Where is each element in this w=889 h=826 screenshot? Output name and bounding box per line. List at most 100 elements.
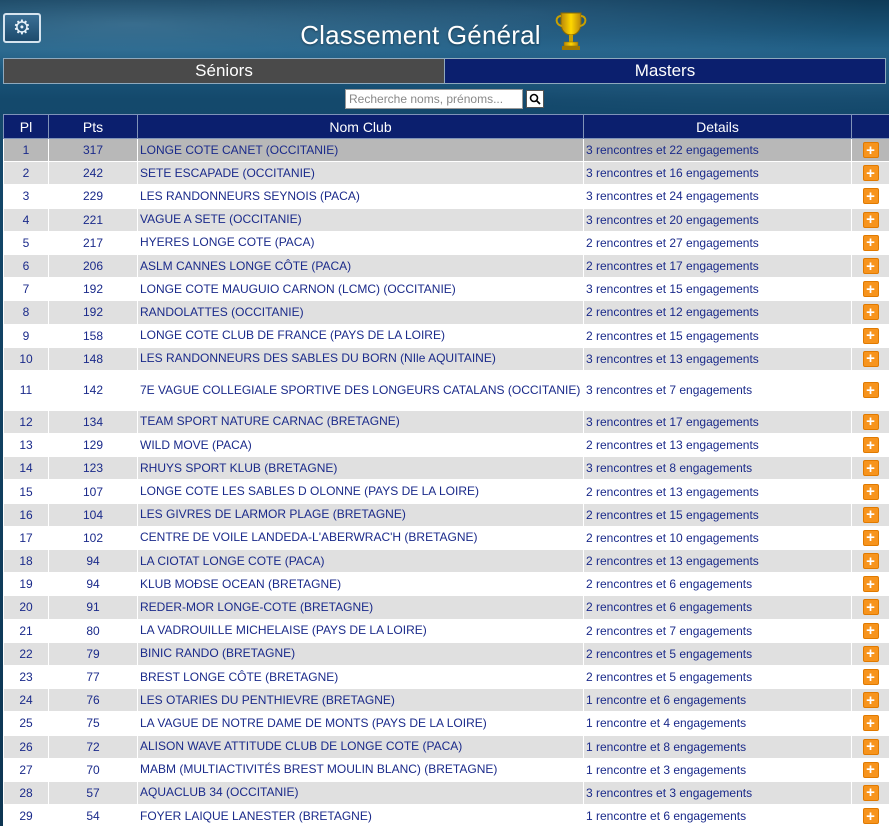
table-row[interactable]: 27 70 MABM (MULTIACTIVITÉS BREST MOULIN BL… bbox=[3, 757, 889, 782]
expand-plus-icon[interactable]: + bbox=[862, 622, 879, 639]
club-name-link[interactable]: LONGE COTE CLUB DE FRANCE (PAYS DE LA LO… bbox=[137, 323, 584, 348]
table-row[interactable]: 18 94 LA CIOTAT LONGE COTE (PACA) 2 rencont… bbox=[3, 548, 889, 574]
table-row[interactable]: 16 104 LES GIVRES DE LARMOR PLAGE (BRETAGN… bbox=[3, 502, 889, 527]
expand-plus-icon[interactable]: + bbox=[862, 692, 879, 709]
expand-plus-icon[interactable]: + bbox=[862, 808, 879, 825]
action-cell: + bbox=[851, 456, 889, 481]
club-name-link[interactable]: BREST LONGE CÔTE (BRETAGNE) bbox=[137, 664, 584, 690]
table-row[interactable]: 28 57 AQUACLUB 34 (OCCITANIE) 3 rencontres … bbox=[3, 780, 889, 806]
club-name-link[interactable]: MABM (MULTIACTIVITÉS BREST MOULIN BLANC)… bbox=[137, 757, 584, 782]
table-row[interactable]: 2 242 SETE ESCAPADE (OCCITANIE) 3 rencontre… bbox=[3, 161, 889, 186]
table-row[interactable]: 29 54 FOYER LAIQUE LANESTER (BRETAGNE) 1 re… bbox=[3, 804, 889, 826]
club-name-link[interactable]: CENTRE DE VOILE LANDEDA-L'ABERWRAC'H (BR… bbox=[137, 525, 584, 551]
club-name-link[interactable]: LA VAGUE DE NOTRE DAME DE MONTS (PAYS DE… bbox=[137, 711, 584, 736]
column-header-club[interactable]: Nom Club bbox=[137, 114, 584, 139]
search-button[interactable] bbox=[526, 90, 544, 108]
club-name-link[interactable]: AQUACLUB 34 (OCCITANIE) bbox=[137, 780, 584, 806]
expand-plus-icon[interactable]: + bbox=[862, 327, 879, 344]
column-header-pl[interactable]: Pl bbox=[3, 114, 49, 139]
club-name-link[interactable]: LES GIVRES DE LARMOR PLAGE (BRETAGNE) bbox=[137, 502, 584, 527]
table-row[interactable]: 20 91 REDER-MOR LONGE-COTE (BRETAGNE) 2 ren… bbox=[3, 595, 889, 620]
expand-plus-icon[interactable]: + bbox=[862, 669, 879, 686]
table-row[interactable]: 23 77 BREST LONGE CÔTE (BRETAGNE) 2 rencont… bbox=[3, 664, 889, 690]
expand-plus-icon[interactable]: + bbox=[862, 553, 879, 570]
menu-button[interactable]: ⚙ bbox=[3, 13, 41, 43]
expand-plus-icon[interactable]: + bbox=[862, 506, 879, 523]
club-name-link[interactable]: HYERES LONGE COTE (PACA) bbox=[137, 230, 584, 255]
table-row[interactable]: 14 123 RHUYS SPORT KLUB (BRETAGNE) 3 rencon… bbox=[3, 456, 889, 481]
expand-plus-icon[interactable]: + bbox=[862, 382, 879, 399]
club-name-link[interactable]: LES RANDONNEURS DES SABLES DU BORN (NIle… bbox=[137, 346, 584, 371]
table-row[interactable]: 8 192 RANDOLATTES (OCCITANIE) 2 rencontres … bbox=[3, 300, 889, 325]
club-name-link[interactable]: REDER-MOR LONGE-COTE (BRETAGNE) bbox=[137, 595, 584, 620]
table-row[interactable]: 7 192 LONGE COTE MAUGUIO CARNON (LCMC) (OC… bbox=[3, 277, 889, 302]
club-name-link[interactable]: LONGE COTE LES SABLES D OLONNE (PAYS DE … bbox=[137, 479, 584, 504]
expand-plus-icon[interactable]: + bbox=[862, 576, 879, 593]
club-name-link[interactable]: 7E VAGUE COLLEGIALE SPORTIVE DES LONGEUR… bbox=[137, 369, 584, 411]
table-row[interactable]: 11 142 7E VAGUE COLLEGIALE SPORTIVE DES LO… bbox=[3, 369, 889, 411]
club-name-link[interactable]: LES OTARIES DU PENTHIEVRE (BRETAGNE) bbox=[137, 688, 584, 713]
table-row[interactable]: 15 107 LONGE COTE LES SABLES D OLONNE (PAY… bbox=[3, 479, 889, 504]
club-name-link[interactable]: ALISON WAVE ATTITUDE CLUB DE LONGE COTE … bbox=[137, 734, 584, 759]
club-name-link[interactable]: LONGE COTE MAUGUIO CARNON (LCMC) (OCCITA… bbox=[137, 277, 584, 302]
table-row[interactable]: 22 79 BINIC RANDO (BRETAGNE) 2 rencontres e… bbox=[3, 641, 889, 666]
table-row[interactable]: 26 72 ALISON WAVE ATTITUDE CLUB DE LONGE C… bbox=[3, 734, 889, 759]
expand-plus-icon[interactable]: + bbox=[862, 483, 879, 500]
expand-plus-icon[interactable]: + bbox=[862, 715, 879, 732]
club-name-link[interactable]: TEAM SPORT NATURE CARNAC (BRETAGNE) bbox=[137, 409, 584, 435]
table-row[interactable]: 4 221 VAGUE A SETE (OCCITANIE) 3 rencontres… bbox=[3, 207, 889, 232]
club-name-link[interactable]: VAGUE A SETE (OCCITANIE) bbox=[137, 207, 584, 232]
table-row[interactable]: 13 129 WILD MOVE (PACA) 2 rencontres et 13 … bbox=[3, 433, 889, 458]
table-row[interactable]: 17 102 CENTRE DE VOILE LANDEDA-L'ABERWRAC'… bbox=[3, 525, 889, 551]
action-cell: + bbox=[851, 346, 889, 371]
table-row[interactable]: 25 75 LA VAGUE DE NOTRE DAME DE MONTS (PAY… bbox=[3, 711, 889, 736]
expand-plus-icon[interactable]: + bbox=[862, 529, 879, 546]
table-row[interactable]: 21 80 LA VADROUILLE MICHELAISE (PAYS DE LA… bbox=[3, 618, 889, 643]
expand-plus-icon[interactable]: + bbox=[862, 784, 879, 801]
club-name-link[interactable]: SETE ESCAPADE (OCCITANIE) bbox=[137, 161, 584, 186]
expand-plus-icon[interactable]: + bbox=[862, 304, 879, 321]
table-row[interactable]: 1 317 LONGE COTE CANET (OCCITANIE) 3 rencon… bbox=[3, 137, 889, 163]
club-name-link[interactable]: LA VADROUILLE MICHELAISE (PAYS DE LA LOI… bbox=[137, 618, 584, 643]
club-name-link[interactable]: KLUB MOĐSE OCEAN (BRETAGNE) bbox=[137, 572, 584, 597]
table-row[interactable]: 9 158 LONGE COTE CLUB DE FRANCE (PAYS DE L… bbox=[3, 323, 889, 348]
table-row[interactable]: 12 134 TEAM SPORT NATURE CARNAC (BRETAGNE)… bbox=[3, 409, 889, 435]
expand-plus-icon[interactable]: + bbox=[862, 437, 879, 454]
expand-plus-icon[interactable]: + bbox=[862, 234, 879, 251]
expand-plus-icon[interactable]: + bbox=[862, 350, 879, 367]
tab-masters[interactable]: Masters bbox=[444, 58, 886, 84]
table-row[interactable]: 6 206 ASLM CANNES LONGE CÔTE (PACA) 2 renco… bbox=[3, 253, 889, 279]
club-name-link[interactable]: RANDOLATTES (OCCITANIE) bbox=[137, 300, 584, 325]
expand-plus-icon[interactable]: + bbox=[862, 165, 879, 182]
club-name-link[interactable]: LA CIOTAT LONGE COTE (PACA) bbox=[137, 548, 584, 574]
expand-plus-icon[interactable]: + bbox=[862, 211, 879, 228]
search-input[interactable] bbox=[345, 89, 523, 109]
club-name-link[interactable]: BINIC RANDO (BRETAGNE) bbox=[137, 641, 584, 666]
club-name-link[interactable]: RHUYS SPORT KLUB (BRETAGNE) bbox=[137, 456, 584, 481]
expand-plus-icon[interactable]: + bbox=[862, 738, 879, 755]
club-name-link[interactable]: ASLM CANNES LONGE CÔTE (PACA) bbox=[137, 253, 584, 279]
column-header-details[interactable]: Details bbox=[583, 114, 852, 139]
club-name-link[interactable]: WILD MOVE (PACA) bbox=[137, 433, 584, 458]
table-row[interactable]: 3 229 LES RANDONNEURS SEYNOIS (PACA) 3 renc… bbox=[3, 184, 889, 209]
column-header-pts[interactable]: Pts bbox=[48, 114, 138, 139]
table-row[interactable]: 5 217 HYERES LONGE COTE (PACA) 2 rencontres… bbox=[3, 230, 889, 255]
page-header: ⚙ Classement Général bbox=[0, 0, 889, 57]
expand-plus-icon[interactable]: + bbox=[862, 460, 879, 477]
points-cell: 317 bbox=[48, 137, 138, 163]
table-row[interactable]: 19 94 KLUB MOĐSE OCEAN (BRETAGNE) 2 rencont… bbox=[3, 572, 889, 597]
expand-plus-icon[interactable]: + bbox=[862, 258, 879, 275]
table-row[interactable]: 10 148 LES RANDONNEURS DES SABLES DU BORN … bbox=[3, 346, 889, 371]
club-name-link[interactable]: LONGE COTE CANET (OCCITANIE) bbox=[137, 137, 584, 163]
club-name-link[interactable]: LES RANDONNEURS SEYNOIS (PACA) bbox=[137, 184, 584, 209]
table-row[interactable]: 24 76 LES OTARIES DU PENTHIEVRE (BRETAGNE)… bbox=[3, 688, 889, 713]
tab-seniors[interactable]: Séniors bbox=[3, 58, 444, 84]
expand-plus-icon[interactable]: + bbox=[862, 188, 879, 205]
expand-plus-icon[interactable]: + bbox=[862, 413, 879, 430]
expand-plus-icon[interactable]: + bbox=[862, 142, 879, 159]
club-name-link[interactable]: FOYER LAIQUE LANESTER (BRETAGNE) bbox=[137, 804, 584, 826]
expand-plus-icon[interactable]: + bbox=[862, 761, 879, 778]
expand-plus-icon[interactable]: + bbox=[862, 645, 879, 662]
expand-plus-icon[interactable]: + bbox=[862, 281, 879, 298]
expand-plus-icon[interactable]: + bbox=[862, 599, 879, 616]
